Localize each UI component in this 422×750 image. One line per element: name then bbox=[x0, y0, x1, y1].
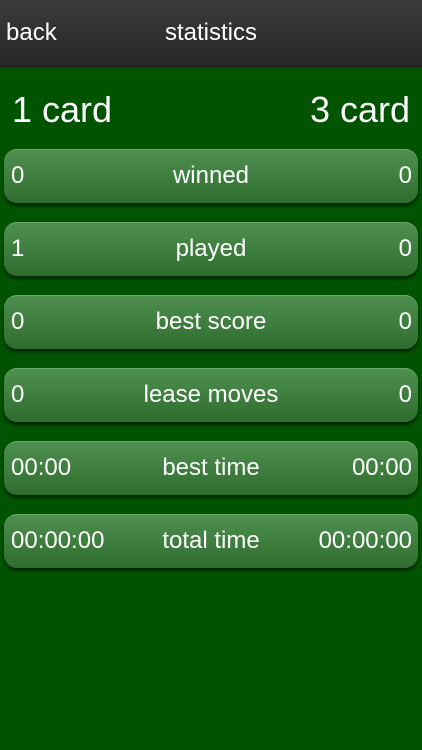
stat-value-three-card: 0 bbox=[398, 162, 412, 189]
stat-value-three-card: 0 bbox=[398, 308, 412, 335]
stat-row-played: 1 played 0 bbox=[4, 222, 418, 276]
stat-row-winned: 0 winned 0 bbox=[4, 149, 418, 203]
nav-bar: statistics back bbox=[0, 0, 422, 67]
stat-row-total-time: 00:00:00 total time 00:00:00 bbox=[4, 514, 418, 568]
stat-value-three-card: 0 bbox=[398, 381, 412, 408]
stat-label: best score bbox=[155, 308, 267, 335]
stat-row-best-time: 00:00 best time 00:00 bbox=[4, 441, 418, 495]
stat-value-three-card: 0 bbox=[398, 235, 412, 262]
column-headers: 1 card 3 card bbox=[0, 88, 422, 132]
stat-label: lease moves bbox=[143, 381, 279, 408]
stat-row-lease-moves: 0 lease moves 0 bbox=[4, 368, 418, 422]
stat-value-three-card: 00:00:00 bbox=[318, 527, 412, 554]
header-three-card: 3 card bbox=[309, 89, 410, 130]
back-button[interactable]: back bbox=[6, 0, 57, 66]
stat-row-best-score: 0 best score 0 bbox=[4, 295, 418, 349]
stats-list: 0 winned 0 1 played 0 0 best score 0 0 l… bbox=[0, 149, 422, 587]
header-one-card: 1 card bbox=[12, 89, 113, 130]
stat-value-three-card: 00:00 bbox=[351, 454, 412, 481]
stat-label: played bbox=[175, 235, 247, 262]
page-title: statistics bbox=[164, 19, 257, 46]
stat-label: winned bbox=[172, 162, 250, 189]
